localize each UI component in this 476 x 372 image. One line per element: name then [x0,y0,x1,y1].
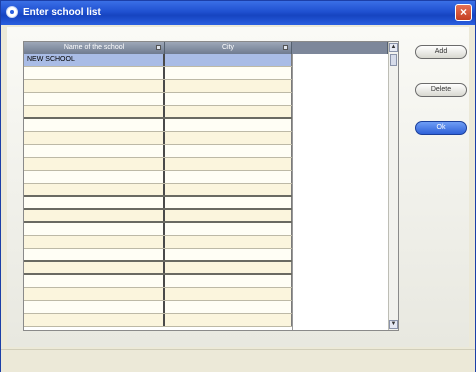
table-row[interactable] [24,314,292,327]
table-row[interactable] [24,80,292,93]
scroll-down-button[interactable]: ▼ [389,320,398,329]
school-name-cell[interactable] [24,119,165,131]
city-cell[interactable] [165,275,292,287]
close-button[interactable]: × [455,4,472,21]
table-row[interactable] [24,158,292,171]
table-row[interactable] [24,106,292,119]
school-name-cell[interactable] [24,197,165,208]
table-row[interactable] [24,223,292,236]
column-header-city[interactable]: City [165,42,292,54]
column-header-empty [292,42,388,54]
scroll-thumb[interactable] [390,54,397,66]
school-name-cell[interactable] [24,145,165,157]
school-name-cell[interactable] [24,132,165,144]
school-name-cell[interactable] [24,93,165,105]
school-name-cell[interactable] [24,80,165,92]
table-row[interactable] [24,132,292,145]
city-cell[interactable] [165,249,292,260]
city-cell[interactable] [165,197,292,208]
table-row[interactable] [24,145,292,158]
add-button[interactable]: Add [415,45,467,59]
table-row[interactable] [24,301,292,314]
table-row[interactable] [24,288,292,301]
table-row[interactable] [24,197,292,210]
table-row[interactable] [24,184,292,197]
grid-header: Name of the school City [24,42,398,54]
status-bar [1,349,475,372]
city-cell[interactable] [165,288,292,300]
table-row[interactable] [24,93,292,106]
city-cell[interactable] [165,314,292,326]
table-row[interactable]: NEW SCHOOL [24,54,292,67]
city-cell[interactable] [165,184,292,195]
city-cell[interactable] [165,145,292,157]
city-cell[interactable] [165,171,292,183]
dialog-content: Name of the school City NEW SCHOOL ▲ ▼ A… [7,27,469,347]
school-name-cell[interactable] [24,158,165,170]
school-name-cell[interactable] [24,249,165,260]
school-name-cell[interactable] [24,210,165,221]
delete-button[interactable]: Delete [415,83,467,97]
app-icon [6,6,18,18]
city-cell[interactable] [165,158,292,170]
school-name-cell[interactable] [24,262,165,273]
school-name-cell[interactable] [24,223,165,235]
table-row[interactable] [24,210,292,223]
school-name-cell[interactable] [24,171,165,183]
school-name-cell[interactable] [24,314,165,326]
window-title: Enter school list [23,7,101,18]
school-name-cell[interactable] [24,288,165,300]
school-name-cell[interactable] [24,67,165,79]
table-row[interactable] [24,171,292,184]
city-cell[interactable] [165,54,292,66]
close-icon: × [459,5,467,19]
city-cell[interactable] [165,93,292,105]
sort-icon[interactable] [156,45,161,50]
city-cell[interactable] [165,262,292,273]
school-name-cell[interactable] [24,275,165,287]
school-name-cell[interactable] [24,106,165,117]
city-cell[interactable] [165,210,292,221]
city-cell[interactable] [165,106,292,117]
table-row[interactable] [24,67,292,80]
school-name-cell[interactable] [24,301,165,313]
city-cell[interactable] [165,236,292,248]
city-cell[interactable] [165,80,292,92]
city-cell[interactable] [165,132,292,144]
column-header-school-name[interactable]: Name of the school [24,42,165,54]
scroll-up-button[interactable]: ▲ [389,43,398,52]
school-name-cell[interactable] [24,184,165,195]
sort-icon[interactable] [283,45,288,50]
school-list-window: Enter school list × Name of the school C… [0,0,476,372]
school-grid[interactable]: Name of the school City NEW SCHOOL ▲ ▼ [23,41,399,331]
city-cell[interactable] [165,223,292,235]
vertical-scrollbar[interactable]: ▲ ▼ [388,42,398,330]
table-row[interactable] [24,249,292,262]
title-bar[interactable]: Enter school list × [1,1,475,25]
city-cell[interactable] [165,301,292,313]
table-row[interactable] [24,236,292,249]
school-name-cell[interactable] [24,236,165,248]
table-row[interactable] [24,275,292,288]
school-name-cell[interactable]: NEW SCHOOL [24,54,165,66]
grid-empty-area [292,54,388,330]
table-row[interactable] [24,119,292,132]
table-row[interactable] [24,262,292,275]
ok-button[interactable]: Ok [415,121,467,135]
grid-rows: NEW SCHOOL [24,54,292,330]
city-cell[interactable] [165,119,292,131]
city-cell[interactable] [165,67,292,79]
